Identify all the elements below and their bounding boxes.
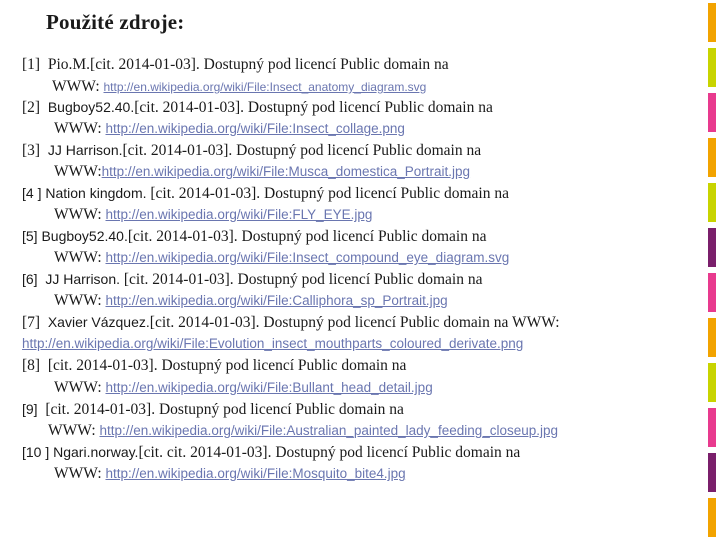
ref-www: WWW: xyxy=(54,379,102,396)
stripe-segment xyxy=(708,408,716,447)
ref-number: [5] xyxy=(22,228,38,244)
ref-author: Bugboy52.40. xyxy=(47,99,135,115)
reference-5-url-line: WWW: http://en.wikipedia.org/wiki/File:I… xyxy=(54,248,509,268)
ref-link[interactable]: http://en.wikipedia.org/wiki/File:Evolut… xyxy=(22,336,523,351)
stripe-segment xyxy=(708,93,716,132)
ref-number: [1] xyxy=(22,56,41,73)
ref-number: [6] xyxy=(22,271,38,287)
ref-number: [3] xyxy=(22,142,41,159)
stripe-segment xyxy=(708,228,716,267)
reference-6-url-line: WWW: http://en.wikipedia.org/wiki/File:C… xyxy=(54,291,448,311)
reference-5: [5] Bugboy52.40.[cit. 2014-01-03]. Dostu… xyxy=(22,226,486,247)
reference-1: [1] Pio.M.[cit. 2014-01-03]. Dostupný po… xyxy=(22,55,449,75)
ref-link[interactable]: http://en.wikipedia.org/wiki/File:Insect… xyxy=(104,80,427,94)
reference-4-url-line: WWW: http://en.wikipedia.org/wiki/File:F… xyxy=(54,205,372,225)
ref-author: Pio.M. xyxy=(47,56,91,73)
ref-number: [2] xyxy=(22,99,41,116)
ref-www: WWW: xyxy=(54,465,102,482)
ref-author: JJ Harrison. xyxy=(47,142,123,158)
stripe-segment xyxy=(708,48,716,87)
ref-author: Bugboy52.40. xyxy=(41,228,128,244)
ref-link[interactable]: http://en.wikipedia.org/wiki/File:Insect… xyxy=(106,250,510,265)
reference-9-url-line: WWW: http://en.wikipedia.org/wiki/File:A… xyxy=(48,421,558,441)
ref-number: [9] xyxy=(22,401,38,417)
ref-author: Nation kingdom. xyxy=(45,185,147,201)
ref-text: [cit. 2014-01-03]. Dostupný pod licencí … xyxy=(150,185,509,202)
ref-www: WWW: xyxy=(54,206,102,223)
ref-www: WWW: xyxy=(48,422,96,439)
stripe-segment xyxy=(708,498,716,537)
ref-text: [cit. 2014-01-03]. Dostupný pod licencí … xyxy=(90,56,449,73)
ref-www: WWW: xyxy=(54,292,102,309)
reference-10-url-line: WWW: http://en.wikipedia.org/wiki/File:M… xyxy=(54,464,406,484)
ref-text: [cit. 2014-01-03]. Dostupný pod licencí … xyxy=(127,228,487,245)
ref-number: [4 ] xyxy=(22,185,42,201)
reference-2: [2] Bugboy52.40.[cit. 2014-01-03]. Dostu… xyxy=(22,97,493,118)
reference-6: [6] JJ Harrison. [cit. 2014-01-03]. Dost… xyxy=(22,269,482,290)
reference-list: [1] Pio.M.[cit. 2014-01-03]. Dostupný po… xyxy=(0,0,700,540)
reference-8-url-line: WWW: http://en.wikipedia.org/wiki/File:B… xyxy=(54,378,433,398)
reference-1-url-line: WWW: http://en.wikipedia.org/wiki/File:I… xyxy=(52,77,426,97)
stripe-segment xyxy=(708,183,716,222)
reference-4: [4 ] Nation kingdom. [cit. 2014-01-03]. … xyxy=(22,183,509,204)
reference-3-url-line: WWW:http://en.wikipedia.org/wiki/File:Mu… xyxy=(54,162,470,182)
stripe-segment xyxy=(708,138,716,177)
ref-number: [7] xyxy=(22,314,41,331)
ref-www: WWW: xyxy=(54,163,102,180)
ref-author: Xavier Vázquez. xyxy=(47,314,150,330)
ref-author: JJ Harrison. xyxy=(45,271,121,287)
ref-number: [8] xyxy=(22,357,41,374)
ref-link[interactable]: http://en.wikipedia.org/wiki/File:Mosqui… xyxy=(106,466,406,481)
ref-link[interactable]: http://en.wikipedia.org/wiki/File:Musca_… xyxy=(102,164,470,179)
ref-author: Ngari.norway. xyxy=(53,444,139,460)
stripe-segment xyxy=(708,318,716,357)
ref-link[interactable]: http://en.wikipedia.org/wiki/File:Austra… xyxy=(100,423,559,438)
ref-www: WWW: xyxy=(52,78,100,95)
reference-9: [9] [cit. 2014-01-03]. Dostupný pod lice… xyxy=(22,399,404,420)
stripe-segment xyxy=(708,453,716,492)
reference-2-url-line: WWW: http://en.wikipedia.org/wiki/File:I… xyxy=(54,119,405,139)
ref-text: [cit. 2014-01-03]. Dostupný pod licencí … xyxy=(122,142,482,159)
ref-link[interactable]: http://en.wikipedia.org/wiki/File:Bullan… xyxy=(106,380,433,395)
ref-link[interactable]: http://en.wikipedia.org/wiki/File:FLY_EY… xyxy=(106,207,373,222)
ref-text: [cit. 2014-01-03]. Dostupný pod licencí … xyxy=(45,401,404,418)
stripe-segment xyxy=(708,363,716,402)
reference-3: [3] JJ Harrison.[cit. 2014-01-03]. Dostu… xyxy=(22,140,481,161)
reference-7-url-line: http://en.wikipedia.org/wiki/File:Evolut… xyxy=(22,334,523,354)
ref-link[interactable]: http://en.wikipedia.org/wiki/File:Callip… xyxy=(106,293,448,308)
ref-text: [cit. 2014-01-03]. Dostupný pod licencí … xyxy=(47,357,407,374)
ref-text: [cit. 2014-01-03]. Dostupný pod licencí … xyxy=(123,271,483,288)
ref-text: [cit. cit. 2014-01-03]. Dostupný pod lic… xyxy=(138,444,521,461)
stripe-segment xyxy=(708,273,716,312)
reference-8: [8] [cit. 2014-01-03]. Dostupný pod lice… xyxy=(22,356,406,376)
ref-number: [10 ] xyxy=(22,444,50,460)
ref-www: WWW: xyxy=(54,120,102,137)
stripe-segment xyxy=(708,3,716,42)
reference-7: [7] Xavier Vázquez.[cit. 2014-01-03]. Do… xyxy=(22,312,560,333)
ref-link[interactable]: http://en.wikipedia.org/wiki/File:Insect… xyxy=(106,121,405,136)
ref-text: [cit. 2014-01-03]. Dostupný pod licencí … xyxy=(134,99,493,116)
decorative-color-stripe xyxy=(704,0,720,540)
ref-text: [cit. 2014-01-03]. Dostupný pod licencí … xyxy=(149,314,560,331)
ref-www: WWW: xyxy=(54,249,102,266)
reference-10: [10 ] Ngari.norway.[cit. cit. 2014-01-03… xyxy=(22,442,520,463)
